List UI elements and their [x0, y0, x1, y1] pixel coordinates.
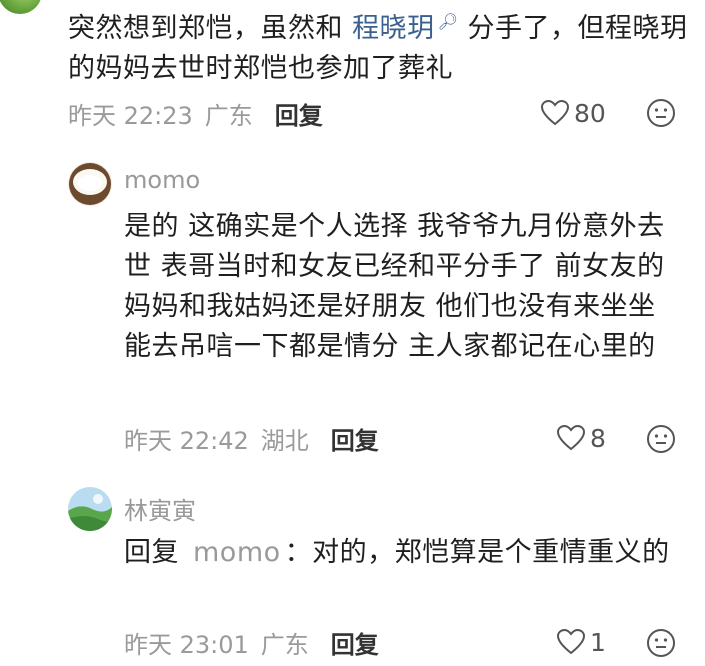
reply-button[interactable]: 回复 [331, 421, 379, 456]
heart-outline-icon [540, 99, 570, 126]
username[interactable]: 林寅寅 [124, 491, 196, 526]
heart-outline-icon [556, 628, 586, 655]
comment-text: 是的 这确实是个人选择 我爷爷九月份意外去世 表哥当时和女友已经和平分手了 前女… [124, 211, 665, 362]
like-count: 8 [590, 423, 606, 453]
username[interactable]: momo [124, 166, 200, 194]
avatar[interactable] [68, 487, 112, 531]
mention-link[interactable]: 程晓玥 [352, 13, 435, 44]
emoji-face-icon[interactable] [646, 628, 676, 658]
landscape-avatar-icon [68, 487, 112, 531]
location: 广东 [260, 630, 309, 659]
comment-text: 回复 momo ：对的，郑恺算是个重情重义的 [124, 537, 670, 568]
like-button[interactable]: 1 [556, 624, 606, 660]
avatar[interactable] [68, 162, 112, 206]
like-count: 80 [574, 98, 606, 128]
reply-prefix: 回复 [124, 537, 179, 568]
emoji-face-icon[interactable] [646, 424, 676, 454]
location: 湖北 [260, 426, 309, 455]
timestamp: 昨天 23:01 [124, 630, 249, 659]
like-button[interactable]: 8 [556, 420, 606, 456]
comment-text: 突然想到郑恺，虽然和 程晓玥 🔎︎ 分手了，但程晓玥的妈妈去世时郑恺也参加了葬礼 [68, 12, 688, 84]
emoji-face-icon[interactable] [646, 98, 676, 128]
avatar[interactable] [0, 0, 42, 14]
heart-outline-icon [556, 424, 586, 451]
search-icon: 🔎︎ [437, 12, 459, 31]
comment-meta: 昨天 23:01 广东 回复 [124, 624, 379, 660]
comment-meta: 昨天 22:23 广东 回复 [68, 95, 323, 131]
location: 广东 [204, 101, 253, 130]
reply-button[interactable]: 回复 [275, 96, 323, 131]
reply-to-user[interactable]: momo [193, 537, 281, 568]
timestamp: 昨天 22:23 [68, 101, 193, 130]
like-button[interactable]: 80 [540, 95, 606, 131]
timestamp: 昨天 22:42 [124, 426, 249, 455]
reply-button[interactable]: 回复 [331, 625, 379, 660]
coconut-avatar-icon [69, 163, 111, 205]
like-count: 1 [590, 627, 606, 657]
comment-meta: 昨天 22:42 湖北 回复 [124, 420, 379, 456]
